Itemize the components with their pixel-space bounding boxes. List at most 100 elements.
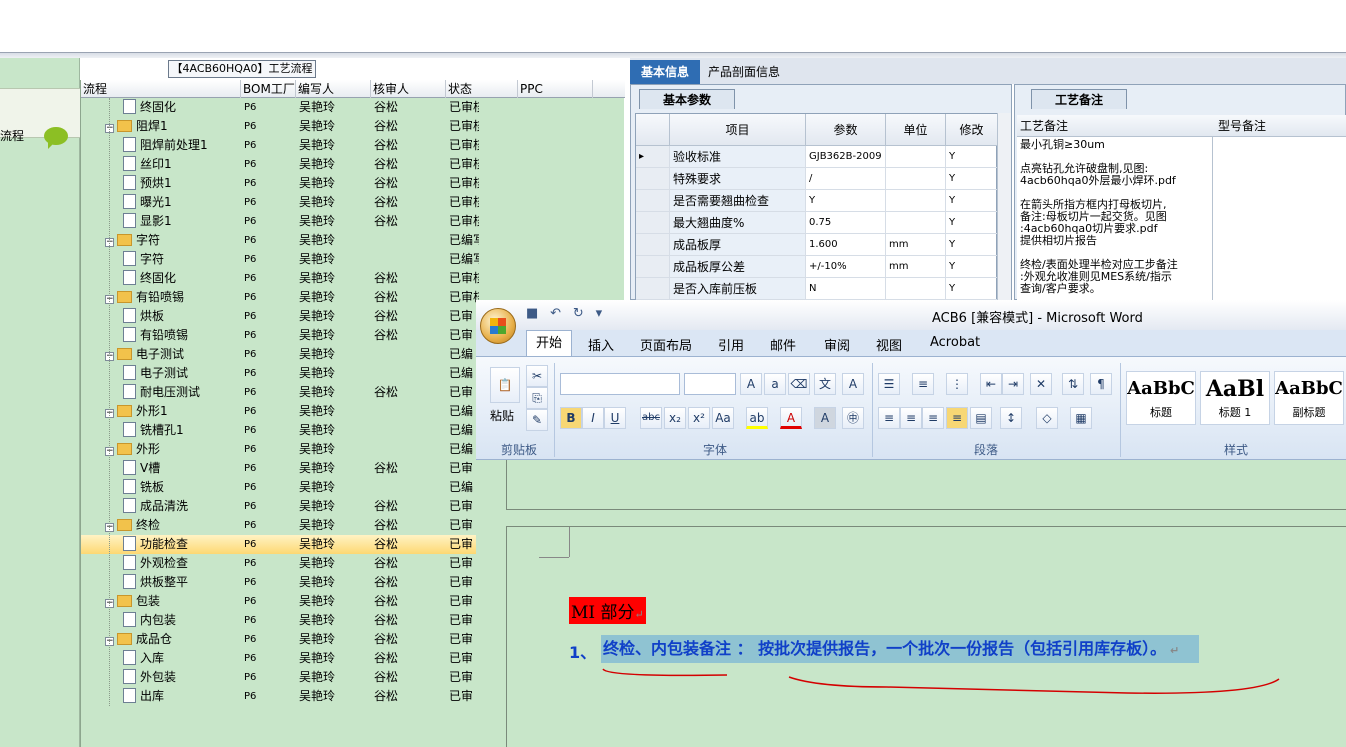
param-value-cell[interactable]: 1.600 (806, 234, 886, 255)
param-unit-cell[interactable] (886, 278, 946, 299)
office-button-icon[interactable] (480, 308, 516, 344)
col-header-bom[interactable]: BOM工厂 (241, 80, 296, 98)
tree-row[interactable]: 字符 P6 吴艳玲 已编写 (81, 250, 625, 269)
justify-icon[interactable]: ≡ (946, 407, 968, 429)
ribbon-tab-acrobat[interactable]: Acrobat (930, 335, 980, 350)
distribute-icon[interactable]: ▤ (970, 407, 992, 429)
bullets-icon[interactable]: ☰ (878, 373, 900, 395)
process-notes-text[interactable]: 最小孔铜≥30um 点亮钻孔允许破盘制,见图: 4acb60hqa0外层最小焊环… (1017, 137, 1213, 301)
tree-node[interactable]: 铣板 (123, 478, 164, 497)
tree-row[interactable]: 预烘1 P6 吴艳玲 谷松 已审核 (81, 174, 625, 193)
tree-row[interactable]: 阻焊前处理1 P6 吴艳玲 谷松 已审核 (81, 136, 625, 155)
col-header-editor[interactable]: 编写人 (296, 80, 371, 98)
tree-row[interactable]: 丝印1 P6 吴艳玲 谷松 已审核 (81, 155, 625, 174)
char-border-icon[interactable]: A (842, 373, 864, 395)
row-selector[interactable] (636, 234, 670, 255)
param-value-cell[interactable]: N (806, 278, 886, 299)
char-shading-icon[interactable]: A (814, 407, 836, 429)
tree-row[interactable]: −字符 P6 吴艳玲 已编写 (81, 231, 625, 250)
tree-node[interactable]: 成品清洗 (123, 497, 188, 516)
strikethrough-icon[interactable]: abc (640, 407, 662, 429)
chinese-layout-icon[interactable]: ✕ (1030, 373, 1052, 395)
ribbon-tab-references[interactable]: 引用 (718, 335, 744, 354)
tree-node[interactable]: 显影1 (123, 212, 172, 231)
italic-icon[interactable]: I (582, 407, 604, 429)
doc-heading[interactable]: MI 部分↵ (569, 597, 646, 624)
borders-icon[interactable]: ▦ (1070, 407, 1092, 429)
tree-node[interactable]: 预烘1 (123, 174, 172, 193)
params-col-modify[interactable]: 修改 (946, 114, 998, 146)
tree-node[interactable]: − 阻焊1 (105, 117, 168, 136)
change-case-icon[interactable]: Aa (712, 407, 734, 429)
param-modify-cell[interactable]: Y (946, 256, 998, 277)
tree-node[interactable]: 烘板 (123, 307, 164, 326)
row-selector[interactable] (636, 278, 670, 299)
tree-node[interactable]: 烘板整平 (123, 573, 188, 592)
row-selector[interactable] (636, 256, 670, 277)
param-modify-cell[interactable]: Y (946, 146, 998, 167)
format-painter-icon[interactable]: ✎ (526, 409, 548, 431)
params-scrollbar[interactable] (997, 113, 1011, 301)
shrink-font-icon[interactable]: a (764, 373, 786, 395)
decrease-indent-icon[interactable]: ⇤ (980, 373, 1002, 395)
undo-icon[interactable]: ↶ (550, 306, 561, 321)
params-row[interactable]: 成品板厚公差 +/-10% mm Y (636, 256, 998, 278)
tree-node[interactable]: 电子测试 (123, 364, 188, 383)
ribbon-tab-home[interactable]: 开始 (526, 330, 572, 356)
tree-row[interactable]: 终固化 P6 吴艳玲 谷松 已审核 (81, 98, 625, 117)
param-modify-cell[interactable]: Y (946, 278, 998, 299)
show-marks-icon[interactable]: ¶ (1090, 373, 1112, 395)
param-modify-cell[interactable]: Y (946, 234, 998, 255)
params-row[interactable]: 是否入库前压板 N Y (636, 278, 998, 300)
param-unit-cell[interactable] (886, 212, 946, 233)
param-modify-cell[interactable]: Y (946, 212, 998, 233)
tree-node[interactable]: V槽 (123, 459, 160, 478)
tree-node[interactable]: 入库 (123, 649, 164, 668)
tree-node[interactable]: 内包装 (123, 611, 176, 630)
param-unit-cell[interactable] (886, 190, 946, 211)
sort-icon[interactable]: ⇅ (1062, 373, 1084, 395)
tree-node[interactable]: − 有铅喷锡 (105, 288, 184, 307)
phonetic-icon[interactable]: 文 (814, 373, 836, 395)
tab-basic-info[interactable]: 基本信息 (630, 60, 700, 84)
tree-node[interactable]: 外观检查 (123, 554, 188, 573)
param-unit-cell[interactable] (886, 146, 946, 167)
highlight-icon[interactable]: ab (746, 407, 768, 429)
col-header-status[interactable]: 状态 (446, 80, 518, 98)
style-subtitle[interactable]: AaBbC 副标题 (1274, 371, 1344, 425)
tree-node[interactable]: − 外形 (105, 440, 160, 459)
tree-node[interactable]: 出库 (123, 687, 164, 706)
params-row[interactable]: 成品板厚 1.600 mm Y (636, 234, 998, 256)
grow-font-icon[interactable]: A (740, 373, 762, 395)
superscript-icon[interactable]: x² (688, 407, 710, 429)
paste-label[interactable]: 粘贴 (490, 407, 514, 424)
params-row[interactable]: ▸ 验收标准 GJB362B-2009 Y (636, 146, 998, 168)
bold-icon[interactable]: B (560, 407, 582, 429)
tree-node[interactable]: 曝光1 (123, 193, 172, 212)
font-name-combo[interactable] (560, 373, 680, 395)
tree-node[interactable]: − 终检 (105, 516, 160, 535)
font-color-icon[interactable]: A (780, 407, 802, 429)
tree-row[interactable]: 显影1 P6 吴艳玲 谷松 已审核 (81, 212, 625, 231)
tree-node[interactable]: 铣槽孔1 (123, 421, 184, 440)
ribbon-tab-insert[interactable]: 插入 (588, 335, 614, 354)
params-col-item[interactable]: 项目 (670, 114, 806, 146)
tree-row[interactable]: 终固化 P6 吴艳玲 谷松 已审核 (81, 269, 625, 288)
tree-node[interactable]: 外包装 (123, 668, 176, 687)
tree-node[interactable]: − 成品仓 (105, 630, 172, 649)
param-unit-cell[interactable] (886, 168, 946, 189)
param-unit-cell[interactable]: mm (886, 234, 946, 255)
row-selector[interactable] (636, 168, 670, 189)
style-title[interactable]: AaBbC 标题 (1126, 371, 1196, 425)
row-pointer-icon[interactable]: ▸ (636, 146, 670, 167)
param-value-cell[interactable]: GJB362B-2009 (806, 146, 886, 167)
tree-node[interactable]: 终固化 (123, 269, 176, 288)
params-row[interactable]: 特殊要求 / Y (636, 168, 998, 190)
paste-icon[interactable]: 📋 (490, 367, 520, 403)
tree-node[interactable]: 有铅喷锡 (123, 326, 188, 345)
tree-node[interactable]: 阻焊前处理1 (123, 136, 208, 155)
params-col-unit[interactable]: 单位 (886, 114, 946, 146)
ribbon-tab-layout[interactable]: 页面布局 (640, 335, 692, 354)
param-value-cell[interactable]: / (806, 168, 886, 189)
params-col-value[interactable]: 参数 (806, 114, 886, 146)
